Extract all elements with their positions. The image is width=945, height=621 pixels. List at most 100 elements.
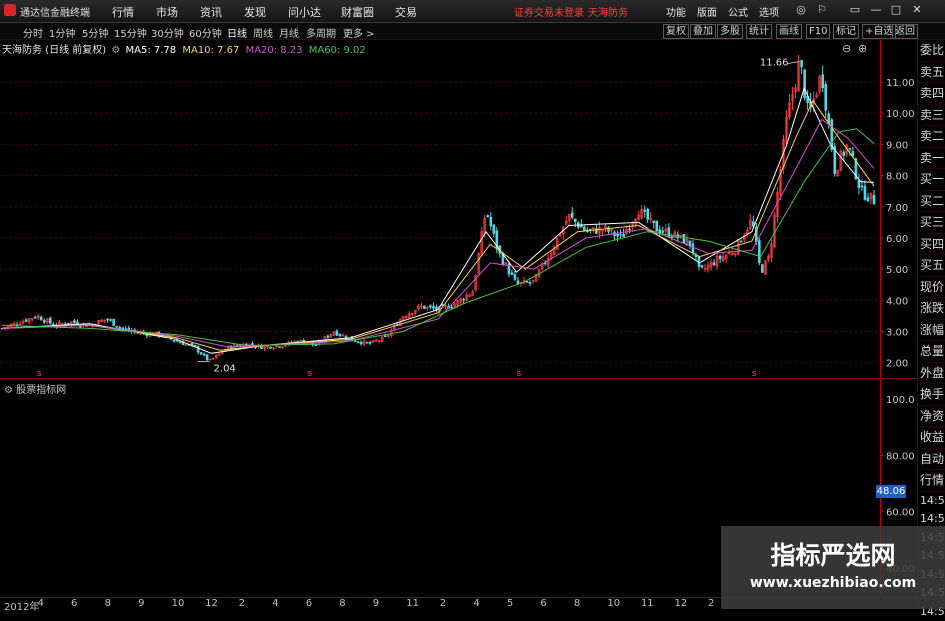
candle-body: [701, 265, 703, 267]
multi-stock-button[interactable]: 多股: [717, 24, 743, 39]
period-weekly[interactable]: 周线: [253, 25, 273, 40]
back-button[interactable]: 返回: [892, 24, 918, 39]
menu-formula[interactable]: 公式: [728, 4, 748, 19]
adjust-button[interactable]: 复权: [663, 24, 689, 39]
zoom-in-icon[interactable]: ⊕: [858, 42, 867, 55]
candle-body: [583, 227, 585, 231]
candle-body: [122, 328, 124, 329]
date-axis-label: 9: [373, 598, 379, 609]
flag-icon[interactable]: ⚐: [815, 3, 829, 17]
candle-body: [825, 84, 827, 110]
quote-field-label: 卖一: [918, 148, 945, 170]
quote-field-label: 买二: [918, 191, 945, 213]
candle-body: [43, 320, 45, 322]
price-tick-label: 2.00: [886, 359, 908, 370]
menu-options[interactable]: 选项: [759, 4, 779, 19]
candle-body: [571, 213, 573, 217]
candle-body: [384, 336, 386, 337]
headset-icon[interactable]: ◎: [794, 3, 808, 17]
period-30min[interactable]: 30分钟: [151, 25, 184, 40]
quote-field-label: 外盘: [918, 363, 945, 385]
menu-discover[interactable]: 发现: [244, 4, 266, 20]
period-more[interactable]: 更多 >: [343, 25, 375, 40]
candle-body: [804, 70, 806, 98]
candle-body: [644, 210, 646, 211]
signal-marker: s: [37, 369, 42, 378]
indicator-settings-icon[interactable]: ⚙: [4, 385, 13, 396]
menu-news[interactable]: 资讯: [200, 4, 222, 20]
ma-line-ma10: [2, 101, 874, 350]
candle-body: [656, 221, 658, 231]
watermark-overlay: 指标严选网 www.xuezhibiao.com: [721, 526, 945, 609]
candle-body: [339, 334, 341, 335]
quote-field-label: 买一: [918, 169, 945, 191]
candle-body: [858, 180, 860, 187]
candle-body: [713, 263, 715, 265]
pane-divider[interactable]: [0, 378, 917, 379]
menu-wealth-circle[interactable]: 财富圈: [341, 4, 374, 20]
zoom-out-icon[interactable]: ⊖: [842, 42, 851, 55]
quote-field-label: 卖四: [918, 83, 945, 105]
price-tick-label: 10.00: [886, 109, 915, 120]
panel-mode-label[interactable]: 自动: [918, 449, 945, 471]
date-axis-label: 2012年: [4, 598, 39, 613]
candle-body: [719, 256, 721, 259]
ma20-value: MA20: 8.23: [246, 45, 303, 56]
signal-marker: s: [752, 369, 757, 378]
period-monthly[interactable]: 月线: [279, 25, 299, 40]
mark-button[interactable]: 标记: [833, 24, 859, 39]
menu-market[interactable]: 市场: [156, 4, 178, 20]
period-multi[interactable]: 多周期: [306, 25, 336, 40]
draw-line-button[interactable]: 画线: [776, 24, 802, 39]
close-icon[interactable]: ✕: [910, 3, 924, 17]
date-axis-label: 4: [38, 598, 44, 609]
minimize-icon[interactable]: —: [869, 3, 883, 17]
period-15min[interactable]: 15分钟: [114, 25, 147, 40]
price-tick-label: 8.00: [886, 172, 908, 183]
quote-field-label: 委比: [918, 40, 945, 62]
period-1min[interactable]: 1分钟: [49, 25, 75, 40]
candle-body: [526, 281, 528, 282]
price-tick-label: 6.00: [886, 234, 908, 245]
settings-icon[interactable]: ⚙: [111, 45, 120, 56]
candle-body: [336, 331, 338, 335]
app-logo-icon: [4, 4, 16, 16]
f10-button[interactable]: F10: [806, 24, 830, 39]
quote-field-label: 涨跌: [918, 298, 945, 320]
candle-body: [647, 209, 649, 219]
candle-body: [279, 347, 281, 348]
menu-layout[interactable]: 版面: [697, 4, 717, 19]
date-axis-label: 5: [507, 598, 513, 609]
candle-body: [692, 244, 694, 253]
quote-field-label: 净资: [918, 406, 945, 428]
overlay-button[interactable]: 叠加: [690, 24, 716, 39]
period-timeshare[interactable]: 分时: [23, 25, 43, 40]
panel-mode-label[interactable]: 行情: [918, 470, 945, 492]
watermark-url: www.xuezhibiao.com: [721, 575, 945, 591]
period-5min[interactable]: 5分钟: [82, 25, 108, 40]
candlestick-chart[interactable]: 11.662.04ssss: [0, 40, 880, 378]
candle-body: [849, 148, 851, 149]
date-axis-label: 8: [339, 598, 345, 609]
candle-body: [653, 221, 655, 223]
restore-window-icon[interactable]: ▭: [848, 3, 862, 17]
date-axis-label: 9: [138, 598, 144, 609]
ma5-value: MA5: 7.78: [126, 45, 177, 56]
menu-function[interactable]: 功能: [666, 4, 686, 19]
menu-trade[interactable]: 交易: [395, 4, 417, 20]
candle-body: [423, 306, 425, 309]
menu-ask[interactable]: 问小达: [288, 4, 321, 20]
quote-field-label: 换手: [918, 384, 945, 406]
quote-field-label: 总量: [918, 341, 945, 363]
candle-body: [463, 299, 465, 300]
period-daily[interactable]: 日线: [227, 25, 247, 40]
quote-field-label: 买四: [918, 234, 945, 256]
menu-quotes[interactable]: 行情: [112, 4, 134, 20]
maximize-icon[interactable]: □: [889, 3, 903, 17]
statistics-button[interactable]: 统计: [746, 24, 772, 39]
trade-login-warning[interactable]: 证券交易未登录: [514, 4, 584, 19]
date-axis-label: 2: [708, 598, 714, 609]
period-60min[interactable]: 60分钟: [189, 25, 222, 40]
candle-body: [200, 353, 202, 355]
candle-body: [366, 342, 368, 343]
